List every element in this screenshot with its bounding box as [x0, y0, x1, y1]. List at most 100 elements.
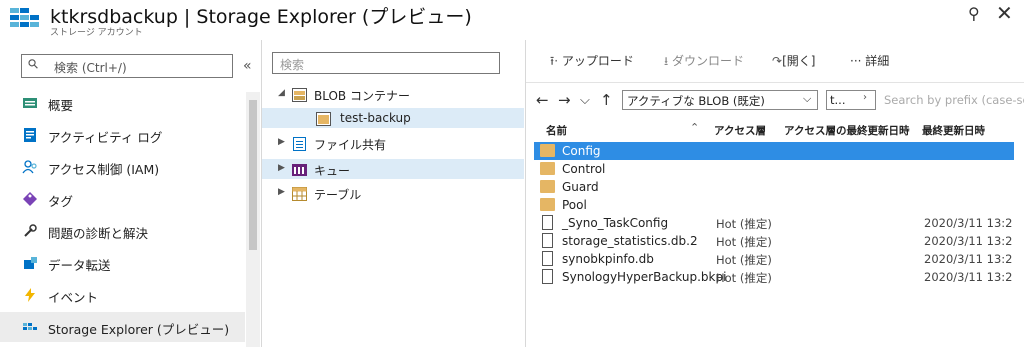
menu-item-label: アクセス制御 (IAM) [48, 162, 160, 177]
file-icon [542, 233, 553, 248]
row-tier: Hot (推定) [716, 235, 772, 249]
open-label: [開く] [782, 54, 816, 68]
tree-item-tables[interactable]: ▶ テーブル [262, 183, 524, 203]
upload-button[interactable]: ⭱· アップロード [550, 52, 634, 73]
menu-item-label: イベント [48, 290, 99, 305]
collapsed-arrow-icon[interactable]: ▶ [278, 163, 285, 173]
row-name: SynologyHyperBackup.bkpi [562, 270, 727, 284]
resource-tree: 検索 ◢ BLOB コンテナー test-backup ▶ ファイル共有 ▶ キ… [262, 40, 526, 347]
row-modified: 2020/3/11 13:2 [924, 234, 1013, 248]
prefix-search-input[interactable]: Search by prefix (case-sen [884, 93, 1024, 107]
tree-search-input[interactable]: 検索 [272, 52, 500, 74]
queue-icon [292, 162, 307, 176]
table-row[interactable]: storage_statistics.db.2 Hot (推定) 2020/3/… [534, 232, 1014, 250]
download-label: ダウンロード [672, 54, 745, 68]
download-icon: ⭳ [664, 54, 669, 68]
table-row[interactable]: Config [534, 142, 1014, 160]
pin-icon[interactable]: ⚲ [968, 4, 980, 23]
menu-item-storage-explorer[interactable]: Storage Explorer (プレビュー) [0, 312, 245, 342]
details-button[interactable]: ··· 詳細 [850, 52, 889, 69]
open-button[interactable]: ↷[開く] [772, 52, 815, 69]
back-arrow-icon[interactable]: ← [536, 91, 549, 109]
menu-item-overview[interactable]: 概要 [0, 88, 245, 118]
folder-icon [540, 198, 555, 211]
column-header-tier-modified[interactable]: アクセス層の最終更新日時 [784, 123, 909, 138]
tree-item-label: test-backup [340, 111, 411, 125]
folder-icon [540, 144, 555, 157]
storage-explorer-icon [22, 319, 38, 335]
tree-item-file-shares[interactable]: ▶ ファイル共有 [262, 133, 524, 153]
container-icon [316, 111, 331, 126]
row-name: Pool [562, 198, 587, 212]
details-label: 詳細 [865, 54, 890, 68]
path-select-value: t... [830, 93, 846, 107]
menu-item-label: タグ [48, 194, 74, 209]
column-header-tier[interactable]: アクセス層 [714, 123, 766, 138]
page-subtitle: ストレージ アカウント [50, 28, 143, 38]
lightning-icon [22, 287, 38, 303]
row-tier: Hot (推定) [716, 253, 772, 267]
path-select[interactable]: t... › [826, 90, 876, 110]
collapsed-arrow-icon[interactable]: ▶ [278, 137, 285, 147]
menu-item-label: アクティビティ ログ [48, 130, 163, 145]
tree-item-label: ファイル共有 [314, 138, 387, 152]
file-share-icon [292, 136, 307, 151]
open-icon: ↷ [772, 54, 783, 68]
up-arrow-icon[interactable]: ↑ [600, 91, 613, 109]
tree-item-blob-containers[interactable]: ◢ BLOB コンテナー [262, 84, 524, 104]
blob-container-icon [292, 87, 307, 102]
search-placeholder: 検索 (Ctrl+/) [54, 61, 127, 75]
menu-item-events[interactable]: イベント [0, 280, 245, 310]
chevron-right-icon: › [863, 92, 867, 103]
row-modified: 2020/3/11 13:2 [924, 216, 1013, 230]
toolbar-divider [526, 82, 1024, 83]
download-button[interactable]: ⭳ ダウンロード [664, 52, 744, 73]
file-icon [542, 215, 553, 230]
row-name: synobkpinfo.db [562, 252, 654, 266]
close-icon[interactable]: ✕ [996, 1, 1013, 25]
table-row[interactable]: synobkpinfo.db Hot (推定) 2020/3/11 13:2 [534, 250, 1014, 268]
blob-type-value: アクティブな BLOB (既定) [627, 94, 765, 108]
tree-item-label: テーブル [314, 188, 362, 202]
table-row[interactable]: Guard [534, 178, 1014, 196]
blob-browser: ⭱· アップロード ⭳ ダウンロード ↷[開く] ··· 詳細 ← → ⌵ ↑ … [526, 40, 1024, 347]
table-row[interactable]: _Syno_TaskConfig Hot (推定) 2020/3/11 13:2 [534, 214, 1014, 232]
collapse-menu-icon[interactable]: « [243, 58, 252, 74]
row-name: Control [562, 162, 606, 176]
menu-item-diagnose[interactable]: 問題の診断と解決 [0, 216, 245, 246]
tree-item-test-backup[interactable]: test-backup [262, 108, 524, 128]
table-row[interactable]: Pool [534, 196, 1014, 214]
menu-item-iam[interactable]: アクセス制御 (IAM) [0, 152, 245, 182]
menu-search-input[interactable]: ⚲ 検索 (Ctrl+/) [21, 54, 233, 78]
menu-item-label: 概要 [48, 98, 74, 113]
scrollbar-thumb[interactable] [249, 100, 257, 250]
row-modified: 2020/3/11 13:2 [924, 270, 1013, 284]
menu-item-activity-log[interactable]: アクティビティ ログ [0, 120, 245, 150]
upload-icon: ⭱· [550, 54, 559, 68]
row-tier: Hot (推定) [716, 217, 772, 231]
activity-log-icon [22, 127, 38, 143]
collapsed-arrow-icon[interactable]: ▶ [278, 187, 285, 197]
column-header-name[interactable]: 名前 [546, 123, 567, 138]
resource-menu: ⚲ 検索 (Ctrl+/) « 概要 アクティビティ ログ アクセス制御 (IA… [0, 40, 262, 347]
menu-item-data-transfer[interactable]: データ転送 [0, 248, 245, 278]
forward-arrow-icon[interactable]: → [558, 91, 571, 109]
tree-search-placeholder: 検索 [280, 58, 305, 72]
tree-item-label: BLOB コンテナー [314, 89, 410, 103]
menu-scrollbar[interactable] [246, 92, 260, 347]
expanded-arrow-icon[interactable]: ◢ [278, 88, 285, 98]
history-dropdown-icon[interactable]: ⌵ [580, 93, 590, 108]
row-modified: 2020/3/11 13:2 [924, 252, 1013, 266]
sort-asc-icon[interactable]: ⌃ [690, 121, 699, 134]
upload-label: アップロード [561, 54, 634, 68]
column-header-last-modified[interactable]: 最終更新日時 [922, 123, 985, 138]
table-row[interactable]: SynologyHyperBackup.bkpi Hot (推定) 2020/3… [534, 268, 1014, 286]
menu-item-label: Storage Explorer (プレビュー) [48, 322, 230, 337]
search-icon: ⚲ [25, 55, 43, 74]
folder-icon [540, 162, 555, 175]
wrench-icon [22, 223, 38, 239]
menu-item-tags[interactable]: タグ [0, 184, 245, 214]
table-row[interactable]: Control [534, 160, 1014, 178]
tree-item-queues[interactable]: ▶ キュー [262, 159, 524, 179]
blob-type-select[interactable]: アクティブな BLOB (既定) ⌵ [622, 90, 818, 110]
